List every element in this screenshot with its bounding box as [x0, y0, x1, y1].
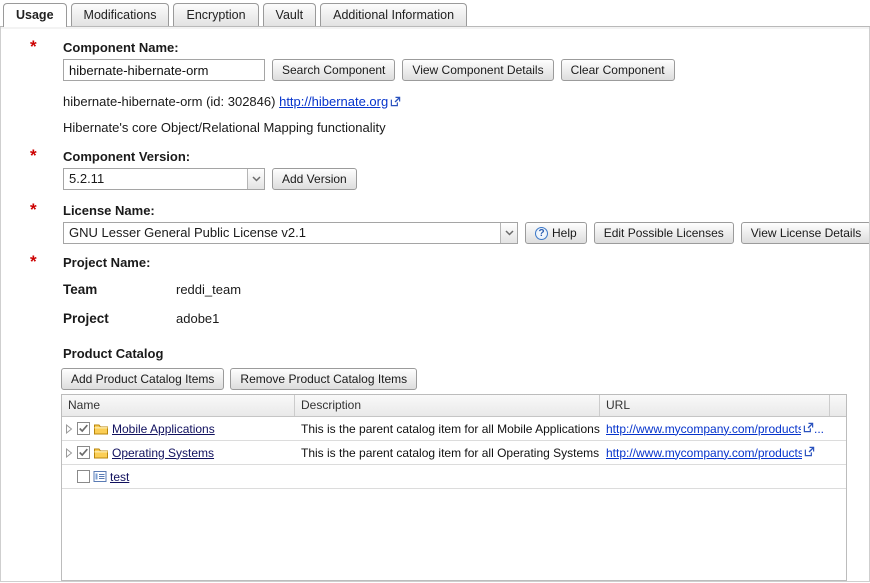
- external-link-icon: [390, 94, 401, 111]
- project-label: Project: [63, 310, 176, 327]
- tab-bar: Usage Modifications Encryption Vault Add…: [0, 0, 870, 27]
- license-name-value: GNU Lesser General Public License v2.1: [64, 223, 500, 243]
- catalog-item-link[interactable]: Mobile Applications: [112, 422, 215, 436]
- table-row: test: [62, 465, 846, 489]
- add-product-catalog-items-button[interactable]: Add Product Catalog Items: [61, 368, 224, 390]
- search-component-button[interactable]: Search Component: [272, 59, 395, 81]
- component-homepage-link[interactable]: http://hibernate.org: [279, 94, 388, 109]
- url-ellipsis: ...: [814, 422, 824, 436]
- edit-possible-licenses-button[interactable]: Edit Possible Licenses: [594, 222, 734, 244]
- remove-product-catalog-items-button[interactable]: Remove Product Catalog Items: [230, 368, 417, 390]
- column-header-url[interactable]: URL: [600, 395, 830, 416]
- row-checkbox-checked[interactable]: [77, 446, 90, 459]
- component-version-select[interactable]: 5.2.11: [63, 168, 265, 190]
- usage-tab-panel: * Component Name: Search Component View …: [0, 27, 870, 582]
- chevron-down-icon[interactable]: [247, 169, 264, 189]
- folder-icon: [93, 422, 109, 435]
- add-version-button[interactable]: Add Version: [272, 168, 357, 190]
- column-header-spacer: [830, 395, 846, 416]
- catalog-item-link[interactable]: Operating Systems: [112, 446, 214, 460]
- chevron-down-icon[interactable]: [500, 223, 517, 243]
- component-version-label: Component Version:: [63, 148, 869, 165]
- table-header-row: Name Description URL: [62, 395, 846, 417]
- required-asterisk: *: [30, 146, 37, 165]
- team-value: reddi_team: [176, 281, 241, 298]
- license-name-label: License Name:: [63, 202, 870, 219]
- product-catalog-table: Name Description URL Mobile Applications…: [61, 394, 847, 581]
- team-label: Team: [63, 281, 176, 298]
- license-name-select[interactable]: GNU Lesser General Public License v2.1: [63, 222, 518, 244]
- external-link-icon: [804, 446, 815, 460]
- list-item-icon: [93, 470, 107, 483]
- project-name-label: Project Name:: [63, 254, 869, 271]
- clear-component-button[interactable]: Clear Component: [561, 59, 675, 81]
- required-asterisk: *: [30, 200, 37, 219]
- column-header-description[interactable]: Description: [295, 395, 600, 416]
- tab-modifications[interactable]: Modifications: [71, 3, 170, 26]
- table-row: Mobile Applications This is the parent c…: [62, 417, 846, 441]
- tab-usage[interactable]: Usage: [3, 3, 67, 27]
- table-row: Operating Systems This is the parent cat…: [62, 441, 846, 465]
- tab-additional-information[interactable]: Additional Information: [320, 3, 467, 26]
- product-catalog-title: Product Catalog: [63, 345, 869, 362]
- external-link-icon: [803, 422, 814, 436]
- required-asterisk: *: [30, 37, 37, 56]
- tab-vault[interactable]: Vault: [263, 3, 317, 26]
- catalog-item-description: This is the parent catalog item for all …: [295, 422, 600, 436]
- component-name-input[interactable]: [63, 59, 265, 81]
- component-info-text: hibernate-hibernate-orm (id: 302846): [63, 94, 275, 109]
- view-license-details-button[interactable]: View License Details: [741, 222, 870, 244]
- required-asterisk: *: [30, 252, 37, 271]
- expand-triangle-icon[interactable]: [65, 448, 74, 458]
- catalog-item-url-link[interactable]: http://www.mycompany.com/products/mobile: [606, 422, 801, 436]
- view-component-details-button[interactable]: View Component Details: [402, 59, 553, 81]
- folder-icon: [93, 446, 109, 459]
- row-checkbox-unchecked[interactable]: [77, 470, 90, 483]
- row-checkbox-checked[interactable]: [77, 422, 90, 435]
- column-header-name[interactable]: Name: [62, 395, 295, 416]
- catalog-item-url-link[interactable]: http://www.mycompany.com/products/os: [606, 446, 802, 460]
- project-value: adobe1: [176, 310, 219, 327]
- catalog-item-description: This is the parent catalog item for all …: [295, 446, 600, 460]
- license-help-button[interactable]: ?Help: [525, 222, 587, 244]
- component-description: Hibernate's core Object/Relational Mappi…: [63, 119, 869, 136]
- component-name-label: Component Name:: [63, 39, 869, 56]
- component-version-value: 5.2.11: [64, 169, 247, 189]
- expand-triangle-icon[interactable]: [65, 424, 74, 434]
- catalog-item-link[interactable]: test: [110, 470, 129, 484]
- question-circle-icon: ?: [535, 227, 548, 240]
- tab-encryption[interactable]: Encryption: [173, 3, 258, 26]
